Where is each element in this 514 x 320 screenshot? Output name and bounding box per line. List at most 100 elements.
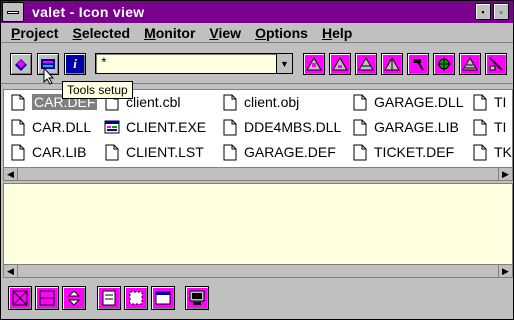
menu-monitor[interactable]: Monitor bbox=[144, 25, 195, 41]
monitor-output-pane[interactable] bbox=[3, 183, 513, 265]
bottom-button-4[interactable] bbox=[97, 286, 121, 310]
file-item[interactable]: CLIENT.EXE bbox=[104, 117, 206, 137]
bottom-button-7[interactable] bbox=[185, 286, 209, 310]
menu-help[interactable]: Help bbox=[322, 25, 352, 41]
tools-setup-tooltip: Tools setup bbox=[62, 81, 133, 99]
file-name: client.cbl bbox=[126, 94, 181, 110]
file-filter-input[interactable] bbox=[96, 54, 272, 73]
file-icon-view[interactable]: CAR.DEF client.cbl client.obj GARAGE.DLL TI C… bbox=[3, 89, 513, 169]
document-icon bbox=[104, 143, 120, 161]
bottom-button-6[interactable] bbox=[151, 286, 175, 310]
file-name: CAR.DLL bbox=[32, 119, 92, 135]
file-name: TI bbox=[494, 94, 507, 110]
tool-button-3[interactable] bbox=[355, 53, 377, 75]
window-icon bbox=[155, 291, 171, 305]
file-item[interactable]: TK bbox=[472, 142, 512, 162]
triangle-down-icon bbox=[306, 57, 322, 71]
arrow-left-icon: ◀ bbox=[7, 168, 14, 179]
project-icon bbox=[15, 59, 27, 71]
menu-view[interactable]: View bbox=[209, 25, 241, 41]
scroll-right-button[interactable]: ▶ bbox=[498, 265, 512, 277]
scroll-left-button[interactable]: ◀ bbox=[4, 265, 18, 277]
file-item[interactable]: CAR.DLL bbox=[10, 117, 91, 137]
file-item[interactable]: CAR.LIB bbox=[10, 142, 86, 162]
file-name: DDE4MBS.DLL bbox=[244, 119, 342, 135]
menu-bar: Project Selected Monitor View Options He… bbox=[1, 23, 513, 43]
output-horizontal-scrollbar[interactable]: ◀ ▶ bbox=[3, 264, 513, 278]
title-bar[interactable]: valet - Icon view ▪ ▫ bbox=[1, 1, 513, 23]
file-name: GARAGE.DLL bbox=[374, 94, 464, 110]
bottom-button-3[interactable] bbox=[62, 286, 86, 310]
tool-button-2[interactable] bbox=[329, 53, 351, 75]
hammer-icon bbox=[413, 59, 424, 71]
selection-icon bbox=[129, 291, 143, 305]
menu-selected[interactable]: Selected bbox=[72, 25, 130, 41]
file-name: TK bbox=[494, 144, 512, 160]
document-icon bbox=[222, 93, 238, 111]
document-icon bbox=[352, 93, 368, 111]
menu-project[interactable]: Project bbox=[11, 25, 58, 41]
menu-options[interactable]: Options bbox=[255, 25, 308, 41]
toolbar: i ▼ bbox=[1, 44, 513, 84]
scroll-track[interactable] bbox=[18, 265, 496, 277]
arrow-right-icon: ▶ bbox=[502, 265, 509, 276]
file-name: TI bbox=[494, 119, 507, 135]
file-item[interactable]: CLIENT.LST bbox=[104, 142, 204, 162]
document-icon bbox=[352, 143, 368, 161]
file-item[interactable]: GARAGE.DLL bbox=[352, 92, 463, 112]
file-name: CLIENT.LST bbox=[126, 144, 204, 160]
document-icon bbox=[10, 93, 26, 111]
scroll-right-button[interactable]: ▶ bbox=[498, 168, 512, 180]
bottom-button-5[interactable] bbox=[124, 286, 148, 310]
tool-button-8[interactable] bbox=[485, 53, 507, 75]
valet-window: valet - Icon view ▪ ▫ Project Selected M… bbox=[0, 0, 514, 320]
up-down-icon bbox=[67, 290, 81, 306]
bottom-toolbar bbox=[1, 280, 513, 319]
maximize-icon: ▫ bbox=[499, 6, 503, 17]
bottom-button-2[interactable] bbox=[35, 286, 59, 310]
scroll-track[interactable] bbox=[18, 168, 496, 180]
executable-icon bbox=[104, 118, 120, 136]
document-icon bbox=[472, 93, 488, 111]
scroll-left-button[interactable]: ◀ bbox=[4, 168, 18, 180]
document-icon bbox=[352, 118, 368, 136]
minimize-button[interactable]: ▪ bbox=[475, 3, 491, 20]
file-filter-combobox[interactable]: ▼ bbox=[95, 53, 293, 74]
pattern-icon bbox=[39, 290, 55, 306]
pyramid-flag-icon bbox=[384, 57, 400, 71]
icon-view-horizontal-scrollbar[interactable]: ◀ ▶ bbox=[3, 167, 513, 181]
file-item[interactable]: TI bbox=[472, 117, 506, 137]
document-icon bbox=[222, 118, 238, 136]
file-edit-icon bbox=[102, 290, 116, 306]
pyramid-icon bbox=[358, 57, 374, 71]
file-item[interactable]: DDE4MBS.DLL bbox=[222, 117, 341, 137]
pattern-icon bbox=[12, 290, 28, 306]
monitor-icon bbox=[189, 290, 205, 305]
file-item[interactable]: GARAGE.DEF bbox=[222, 142, 336, 162]
filter-dropdown-arrow[interactable]: ▼ bbox=[276, 54, 292, 73]
file-item[interactable]: client.obj bbox=[222, 92, 299, 112]
bottom-button-1[interactable] bbox=[8, 286, 32, 310]
tool-button-5[interactable] bbox=[407, 53, 429, 75]
file-name: GARAGE.DEF bbox=[244, 144, 336, 160]
tool-button-1[interactable] bbox=[303, 53, 325, 75]
system-menu-button[interactable] bbox=[2, 2, 24, 22]
file-name: TICKET.DEF bbox=[374, 144, 455, 160]
maximize-button[interactable]: ▫ bbox=[493, 3, 509, 20]
mouse-pointer-icon bbox=[43, 67, 55, 85]
info-button[interactable]: i bbox=[64, 53, 86, 75]
info-icon: i bbox=[73, 56, 77, 71]
tool-button-4[interactable] bbox=[381, 53, 403, 75]
minimize-icon: ▪ bbox=[481, 6, 485, 17]
arrow-right-icon: ▶ bbox=[502, 168, 509, 179]
tool-button-7[interactable] bbox=[459, 53, 481, 75]
file-name: client.obj bbox=[244, 94, 300, 110]
system-menu-icon bbox=[7, 10, 19, 14]
file-item[interactable]: TI bbox=[472, 92, 506, 112]
project-button[interactable] bbox=[10, 53, 32, 75]
document-icon bbox=[10, 143, 26, 161]
file-name: GARAGE.LIB bbox=[374, 119, 459, 135]
file-item[interactable]: GARAGE.LIB bbox=[352, 117, 459, 137]
tool-button-6[interactable] bbox=[433, 53, 455, 75]
file-item[interactable]: TICKET.DEF bbox=[352, 142, 454, 162]
